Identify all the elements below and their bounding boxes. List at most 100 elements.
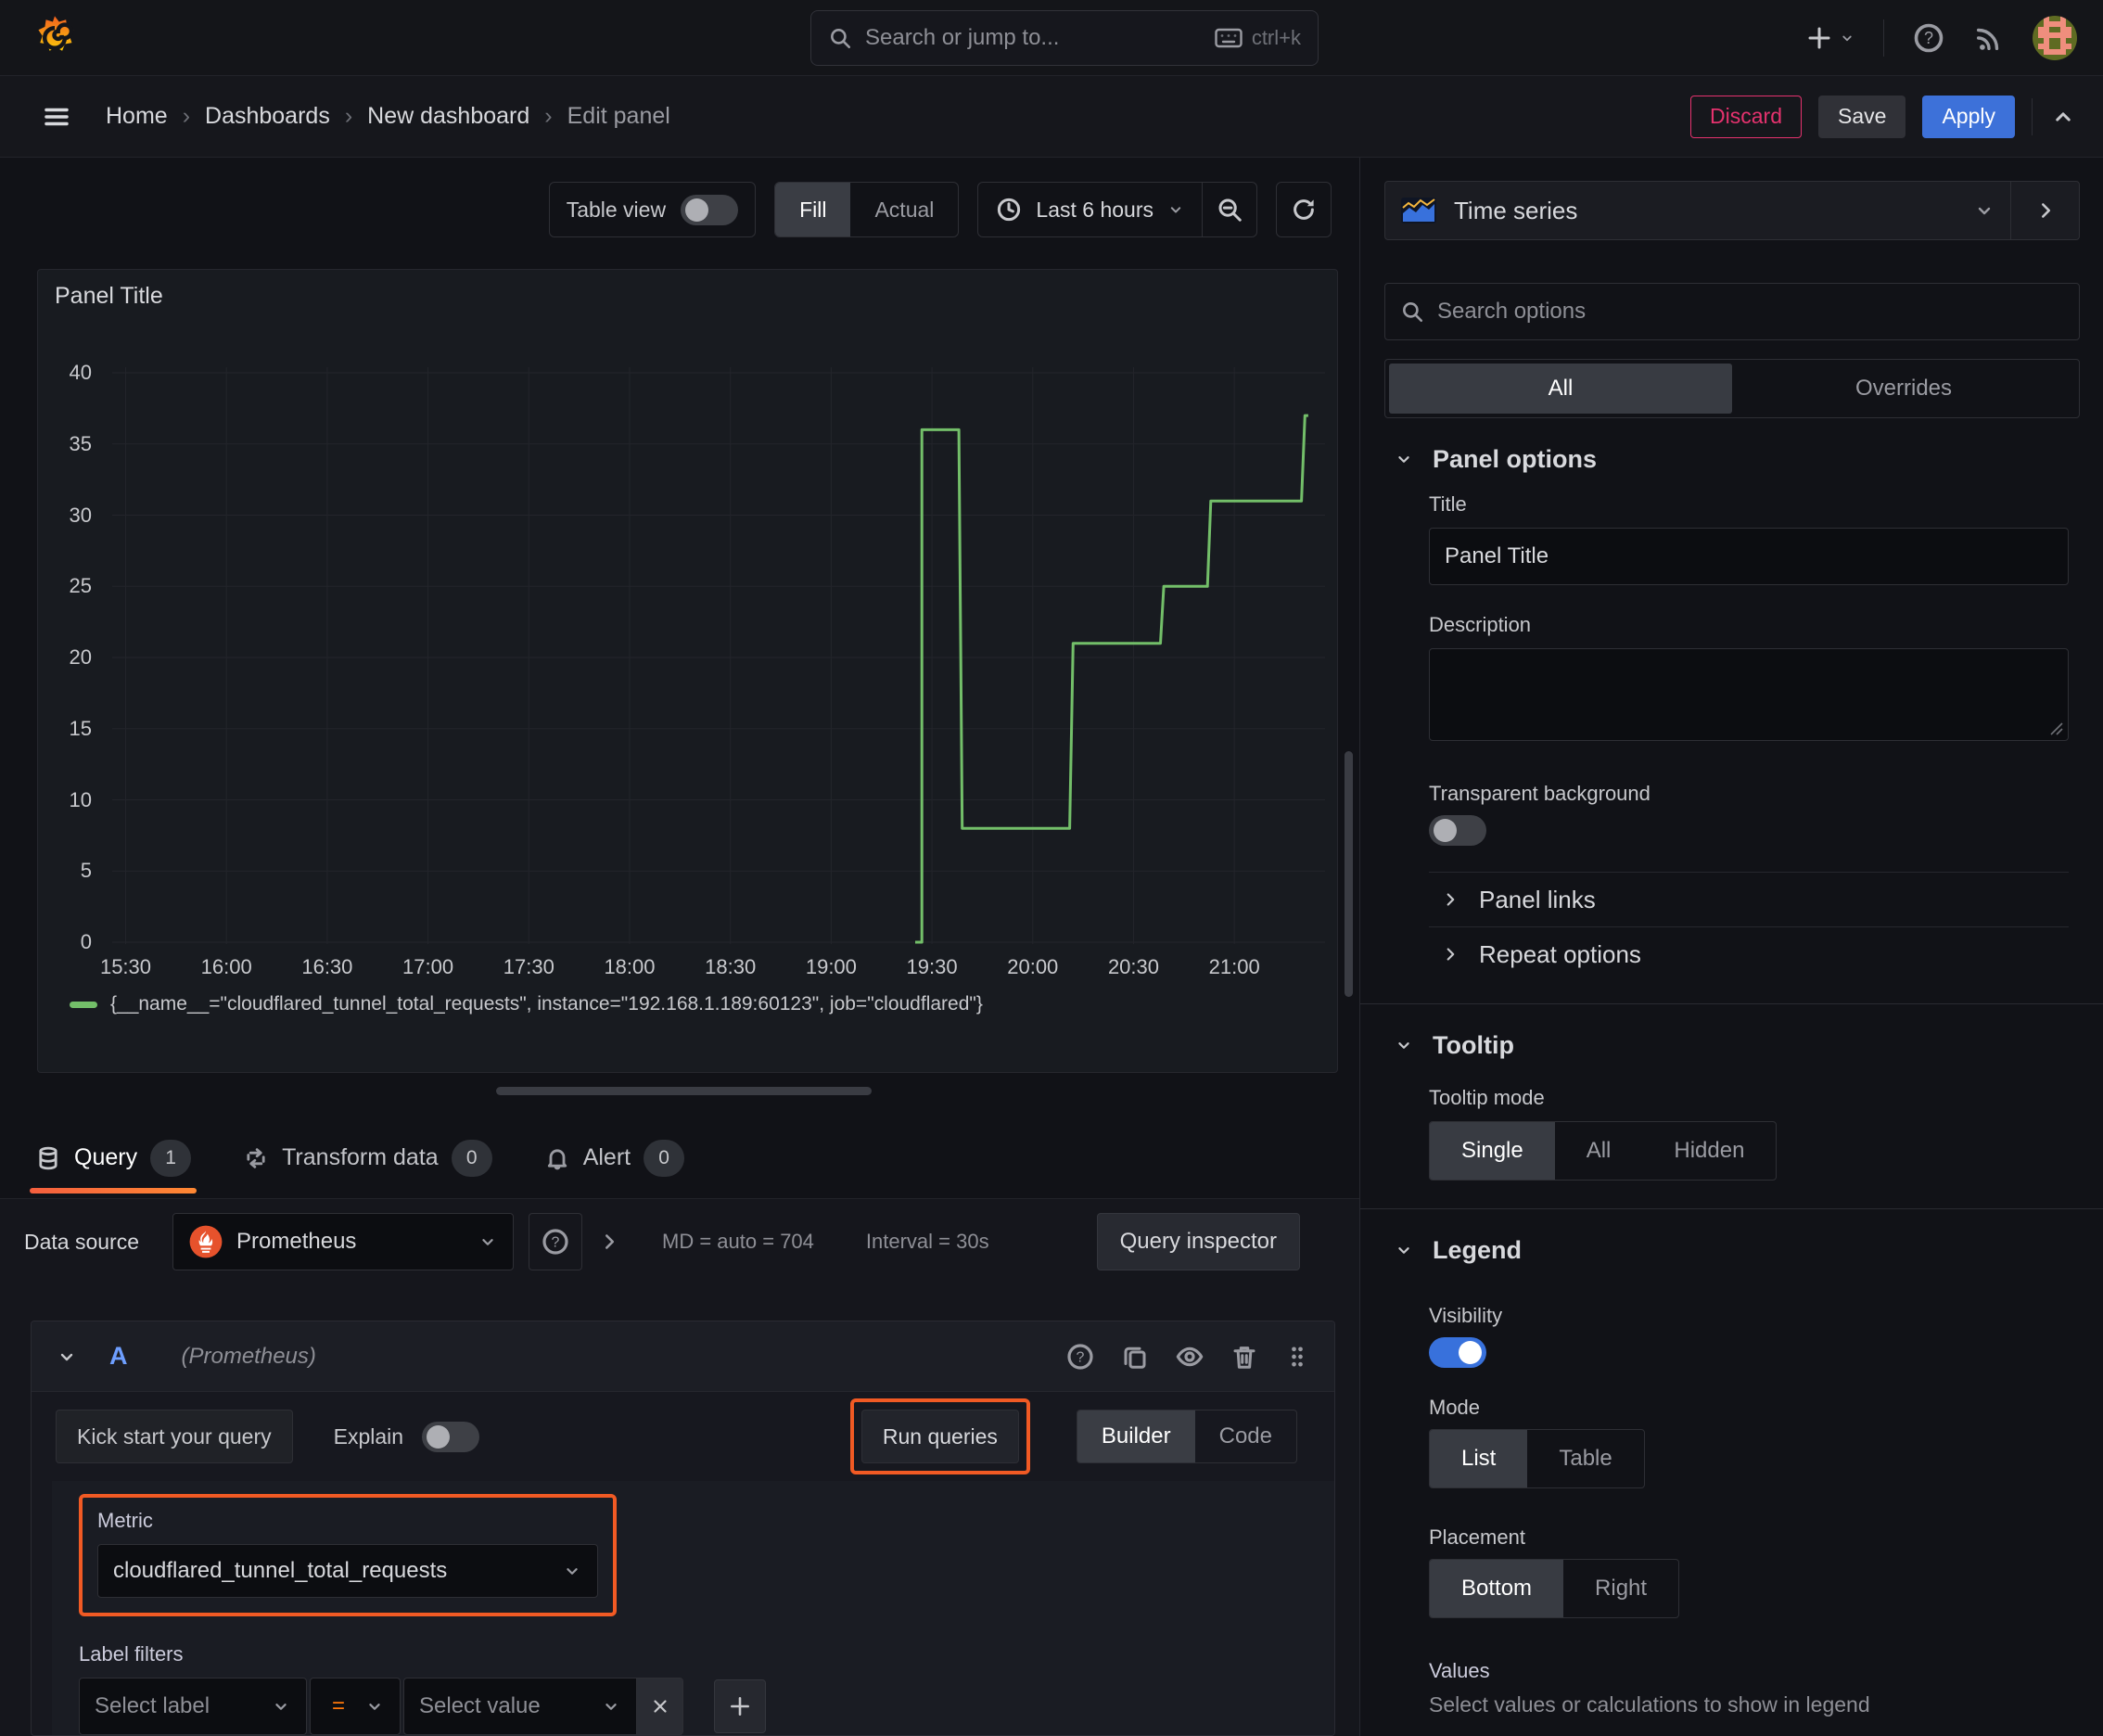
repeat-options-section[interactable]: Repeat options: [1384, 927, 2081, 981]
legend-placement-bottom[interactable]: Bottom: [1430, 1560, 1564, 1617]
breadcrumb-dashboards[interactable]: Dashboards: [205, 103, 330, 130]
time-range-label: Last 6 hours: [1036, 197, 1153, 222]
search-input[interactable]: Search or jump to... ctrl+k: [810, 10, 1319, 66]
filter-all-tab[interactable]: All: [1389, 364, 1732, 414]
chevron-right-icon: [1447, 948, 1455, 961]
legend-mode-switch: List Table: [1429, 1429, 1645, 1488]
grafana-logo-icon[interactable]: [30, 13, 80, 63]
duplicate-query-icon[interactable]: [1121, 1343, 1149, 1371]
breadcrumb-home[interactable]: Home: [106, 103, 168, 130]
panel-resize-handle[interactable]: [496, 1087, 872, 1095]
time-series-chart[interactable]: [112, 367, 1325, 944]
panel-preview[interactable]: Panel Title 0 5 10 15 20 25 30 35 40 15:30 16:00 1…: [37, 269, 1338, 1073]
remove-filter-button[interactable]: [637, 1678, 683, 1735]
max-data-points-stat: MD = auto = 704: [662, 1230, 814, 1253]
legend-series-label[interactable]: {__name__="cloudflared_tunnel_total_requ…: [110, 993, 983, 1015]
delete-query-icon[interactable]: [1230, 1343, 1258, 1371]
legend-mode-list[interactable]: List: [1430, 1430, 1528, 1487]
datasource-picker[interactable]: Prometheus: [172, 1213, 515, 1270]
chevron-down-icon: [1398, 1247, 1409, 1254]
chevron-down-icon[interactable]: [56, 1346, 78, 1368]
refresh-button[interactable]: [1277, 183, 1331, 236]
builder-option[interactable]: Builder: [1077, 1410, 1195, 1462]
tab-transform-data[interactable]: Transform data 0: [237, 1117, 498, 1199]
time-range-picker: Last 6 hours: [977, 182, 1257, 237]
viz-suggestions-button[interactable]: [2010, 182, 2079, 239]
kick-start-query-button[interactable]: Kick start your query: [56, 1410, 293, 1463]
menu-icon[interactable]: [41, 101, 72, 133]
description-field-label: Description: [1429, 613, 1532, 636]
metric-label: Metric: [97, 1509, 153, 1532]
chevron-down-icon: [1842, 35, 1852, 42]
add-new-button[interactable]: [1805, 24, 1855, 52]
fill-option[interactable]: Fill: [775, 183, 851, 236]
panel-title-input[interactable]: Panel Title: [1429, 528, 2069, 585]
metric-select[interactable]: cloudflared_tunnel_total_requests: [97, 1544, 598, 1598]
operator-dropdown[interactable]: =: [310, 1678, 401, 1735]
edit-panel-left-section: Table view Fill Actual Last 6 hours Pane…: [0, 158, 1359, 1736]
drag-handle-icon[interactable]: [1284, 1343, 1310, 1371]
legend-placement-right[interactable]: Right: [1563, 1560, 1678, 1617]
select-value-dropdown[interactable]: Select value: [403, 1678, 637, 1735]
top-actions: ?: [1805, 0, 2077, 76]
left-scrollbar[interactable]: [1345, 751, 1353, 997]
panel-options-header[interactable]: Panel options: [1384, 440, 2081, 478]
avatar[interactable]: [2033, 16, 2077, 60]
time-range-button[interactable]: Last 6 hours: [978, 183, 1202, 236]
chevron-down-icon: [605, 1704, 617, 1710]
legend-mode-table[interactable]: Table: [1527, 1430, 1643, 1487]
datasource-help-button[interactable]: ?: [529, 1213, 583, 1270]
breadcrumb-new-dashboard[interactable]: New dashboard: [367, 103, 529, 130]
legend-values-hint: Select values or calculations to show in…: [1429, 1692, 1870, 1717]
collapse-header-button[interactable]: [2049, 103, 2077, 131]
select-label-dropdown[interactable]: Select label: [79, 1678, 307, 1735]
tab-alert[interactable]: Alert 0: [539, 1117, 690, 1199]
metric-highlight-annotation: Metric cloudflared_tunnel_total_requests: [79, 1494, 617, 1616]
help-button[interactable]: ?: [1912, 21, 1945, 55]
query-card-header[interactable]: A (Prometheus) ?: [32, 1321, 1334, 1392]
zoom-out-button[interactable]: [1203, 183, 1256, 236]
visualization-select[interactable]: Time series: [1385, 182, 2010, 239]
filter-overrides-tab[interactable]: Overrides: [1732, 364, 2075, 414]
chevron-right-icon[interactable]: [597, 1230, 621, 1254]
tooltip-hidden-option[interactable]: Hidden: [1642, 1122, 1776, 1180]
legend-visibility-toggle[interactable]: [1429, 1337, 1486, 1368]
news-button[interactable]: [1973, 22, 2005, 54]
query-inspector-button[interactable]: Query inspector: [1096, 1213, 1300, 1270]
clock-icon: [998, 198, 1021, 222]
chevron-up-icon: [2056, 111, 2071, 121]
table-view-control: Table view: [548, 182, 757, 237]
code-option[interactable]: Code: [1195, 1410, 1296, 1462]
prometheus-icon: [189, 1225, 223, 1258]
apply-button[interactable]: Apply: [1922, 95, 2015, 138]
options-search-input[interactable]: Search options: [1384, 283, 2080, 340]
explain-toggle[interactable]: [422, 1421, 480, 1452]
save-button[interactable]: Save: [1818, 95, 1906, 138]
discard-button[interactable]: Discard: [1690, 95, 1803, 138]
tab-query[interactable]: Query 1: [30, 1117, 198, 1199]
add-filter-button[interactable]: [714, 1679, 766, 1733]
transparent-background-toggle[interactable]: [1429, 815, 1486, 846]
tooltip-all-option[interactable]: All: [1555, 1122, 1643, 1180]
panel-options-pane: Time series Search options All Overrides…: [1359, 158, 2103, 1736]
hide-query-icon[interactable]: [1175, 1342, 1204, 1372]
transparent-background-label: Transparent background: [1429, 782, 1651, 805]
top-navigation-bar: Search or jump to... ctrl+k ?: [0, 0, 2103, 76]
section-divider: [1360, 1208, 2103, 1209]
tooltip-mode-label: Tooltip mode: [1429, 1086, 1545, 1109]
chevron-down-icon: [1398, 1042, 1409, 1049]
actual-option[interactable]: Actual: [850, 183, 958, 236]
panel-links-section[interactable]: Panel links: [1384, 873, 2081, 926]
tooltip-single-option[interactable]: Single: [1430, 1122, 1555, 1180]
query-ref-id[interactable]: A: [109, 1342, 128, 1371]
legend-section-header[interactable]: Legend: [1384, 1232, 2081, 1269]
datasource-value: Prometheus: [236, 1229, 357, 1254]
run-queries-button[interactable]: Run queries: [860, 1410, 1019, 1463]
resize-handle-icon[interactable]: [2047, 720, 2064, 736]
query-help-icon[interactable]: ?: [1065, 1342, 1095, 1372]
table-view-toggle[interactable]: [681, 194, 739, 225]
y-axis-labels: 0 5 10 15 20 25 30 35 40: [69, 361, 92, 953]
description-textarea[interactable]: [1429, 648, 2069, 741]
tooltip-section-header[interactable]: Tooltip: [1384, 1027, 2081, 1064]
query-builder-body: Metric cloudflared_tunnel_total_requests…: [52, 1481, 1334, 1735]
